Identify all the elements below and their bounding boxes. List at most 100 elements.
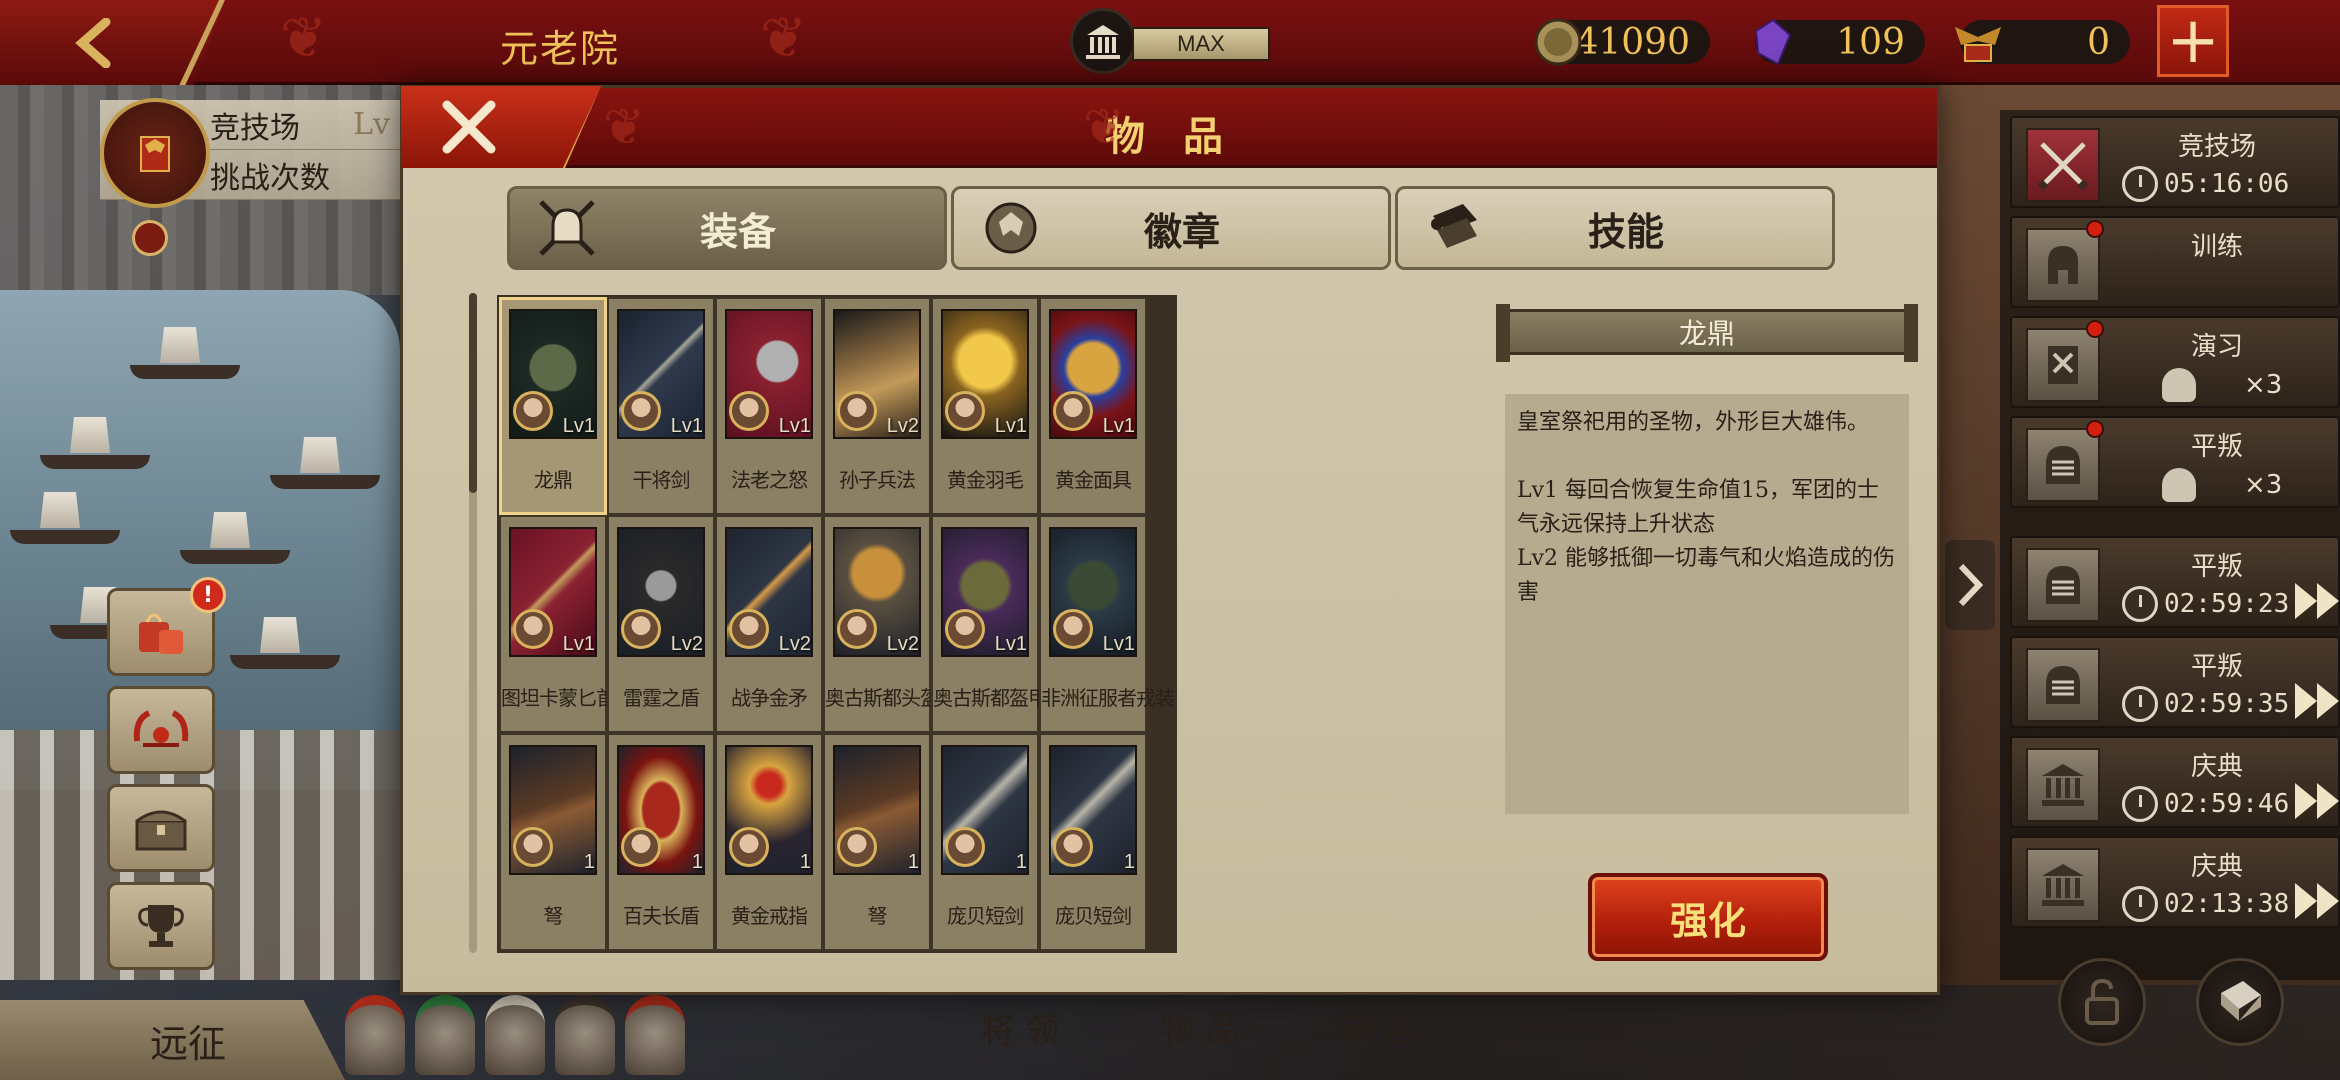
item-cell[interactable]: Lv1 图坦卡蒙匕首 <box>499 515 616 733</box>
fast-forward-icon[interactable] <box>2295 783 2339 819</box>
event-name: 平叛 <box>2190 652 2243 682</box>
spartan-helmet-icon <box>2026 228 2100 302</box>
tab-equipment[interactable]: 装备 <box>507 186 947 270</box>
item-cell[interactable]: 1弩 <box>823 733 931 951</box>
tab-items[interactable]: 物 品 <box>1110 1003 1290 1052</box>
item-level: Lv1 <box>994 415 1027 437</box>
add-resource-button[interactable]: + <box>2157 5 2229 77</box>
unlock-icon <box>2085 978 2119 1025</box>
trophy-button[interactable] <box>107 882 215 970</box>
item-name: 奥古斯都盔甲 <box>933 686 1048 710</box>
back-button[interactable] <box>0 0 225 85</box>
item-name: 庞贝短剑 <box>947 904 1024 928</box>
arena-emblem-icon[interactable] <box>100 98 210 256</box>
item-cell[interactable]: 1 百夫长盾 <box>607 733 715 951</box>
item-level: Lv1 <box>670 415 703 437</box>
event-name: 演习 <box>2190 332 2243 362</box>
item-cell[interactable]: 1弩 <box>499 733 607 951</box>
item-cell[interactable]: Lv1 龙鼎 <box>499 297 607 515</box>
ship <box>10 530 120 544</box>
item-effect-lv1: Lv1 每回合恢复生命值15，军团的士气永远保持上升状态 <box>1517 478 1880 537</box>
item-level: Lv2 <box>670 633 703 655</box>
enhance-button[interactable]: 强化 <box>1588 873 1828 961</box>
event-celebration-1[interactable]: 庆典 02:59:46 <box>2010 736 2340 828</box>
helmet-icon <box>2162 468 2196 502</box>
scrollbar-thumb[interactable] <box>469 293 477 493</box>
scroll-icon <box>1410 188 1500 268</box>
tab-label: 技能 <box>1587 208 1664 254</box>
item-name: 黄金戒指 <box>731 904 808 928</box>
fast-forward-icon[interactable] <box>2295 583 2339 619</box>
item-cell[interactable]: Lv2 奥古斯都头盔 <box>823 515 940 733</box>
event-suppress-3[interactable]: 平叛 02:59:35 <box>2010 636 2340 728</box>
items-scrollbar[interactable] <box>469 293 477 953</box>
item-cell[interactable]: Lv2 孙子兵法 <box>823 297 931 515</box>
notification-dot <box>2086 220 2104 238</box>
arena-label: 竞技场 <box>210 110 300 146</box>
item-cell[interactable]: Lv1 黄金羽毛 <box>931 297 1039 515</box>
expand-panel-button[interactable] <box>1945 540 1995 630</box>
tab-badges[interactable]: 徽章 <box>951 186 1391 270</box>
laurel-crown-button[interactable] <box>107 686 215 774</box>
item-cell[interactable]: Lv1 奥古斯都盔甲 <box>931 515 1048 733</box>
tab-generals[interactable]: 将 领 <box>930 1003 1110 1052</box>
fast-forward-icon[interactable] <box>2295 883 2339 919</box>
item-level: 1 <box>1123 851 1135 873</box>
lock-button[interactable] <box>2058 958 2146 1046</box>
fast-forward-icon[interactable] <box>2295 683 2339 719</box>
event-celebration-2[interactable]: 庆典 02:13:38 <box>2010 836 2340 928</box>
gift-button[interactable]: ! <box>107 577 226 676</box>
clock-icon <box>2122 686 2158 722</box>
event-suppress-2[interactable]: 平叛 02:59:23 <box>2010 536 2340 628</box>
ship <box>180 550 290 564</box>
plus-icon: + <box>2166 4 2220 78</box>
tab-shop[interactable]: 商 店 <box>1290 1003 1470 1052</box>
item-level: Lv1 <box>994 633 1027 655</box>
general-helmets <box>345 995 685 1075</box>
page-title: 元老院 <box>499 27 620 71</box>
general-portrait-avatar <box>513 609 553 649</box>
general-portrait-avatar <box>729 827 769 867</box>
alert-badge: ! <box>190 577 226 613</box>
equipment-icon <box>522 188 612 268</box>
event-timer: 02:13:38 <box>2164 889 2290 919</box>
item-cell[interactable]: 1 庞贝短剑 <box>1039 733 1147 951</box>
ship <box>130 365 240 379</box>
event-training[interactable]: 训练 <box>2010 216 2340 308</box>
gems-value: 109 <box>1836 21 1905 63</box>
tab-skills[interactable]: 技能 <box>1395 186 1835 270</box>
level-status-bar: MAX <box>1132 27 1270 61</box>
scroll-map-button[interactable] <box>2196 958 2284 1046</box>
event-drill[interactable]: 演习 ×3 <box>2010 316 2340 408</box>
item-cell[interactable]: 1 庞贝短剑 <box>931 733 1039 951</box>
item-cell[interactable]: Lv2 雷霆之盾 <box>607 515 715 733</box>
expedition-tab[interactable]: 远征 <box>0 1000 345 1080</box>
item-level: Lv2 <box>886 415 919 437</box>
item-name: 黄金羽毛 <box>947 468 1024 492</box>
dialog-header: ❦ 物 品 ❦ <box>403 88 1937 168</box>
bottom-nav: 将 领 物 品 商 店 <box>930 1003 1470 1052</box>
item-name: 法老之怒 <box>731 468 808 492</box>
helmet-icon <box>415 995 475 1075</box>
event-count: ×3 <box>2244 370 2283 400</box>
treasure-chest-button[interactable] <box>107 784 215 872</box>
laurel-crown-icon <box>133 710 189 747</box>
clock-icon <box>2122 166 2158 202</box>
event-arena[interactable]: 竞技场 05:16:06 <box>2010 116 2340 208</box>
general-portrait-avatar <box>513 827 553 867</box>
item-level: Lv1 <box>1102 633 1135 655</box>
gladiator-helmet-icon <box>2026 428 2100 502</box>
item-cell[interactable]: Lv1 法老之怒 <box>715 297 823 515</box>
senate-building-icon <box>1070 8 1136 74</box>
item-cell[interactable]: Lv1 黄金面具 <box>1039 297 1147 515</box>
item-description: 皇室祭祀用的圣物，外形巨大雄伟。 <box>1517 410 1870 435</box>
item-cell[interactable]: 1 黄金戒指 <box>715 733 823 951</box>
event-suppress-1[interactable]: 平叛 ×3 <box>2010 416 2340 508</box>
item-cell[interactable]: Lv2 战争金矛 <box>715 515 823 733</box>
item-cell[interactable]: Lv1 非洲征服者戎装 <box>1039 515 1175 733</box>
ship <box>230 655 340 669</box>
items-grid: Lv1 龙鼎 Lv1 干将剑 Lv1 法老之怒 Lv2 孙子兵法 Lv1 黄金羽毛 Lv1 黄金面具 L… <box>497 295 1177 953</box>
event-timer: 02:59:46 <box>2164 789 2290 819</box>
item-cell[interactable]: Lv1 干将剑 <box>607 297 715 515</box>
chevron-left-icon <box>70 17 120 68</box>
